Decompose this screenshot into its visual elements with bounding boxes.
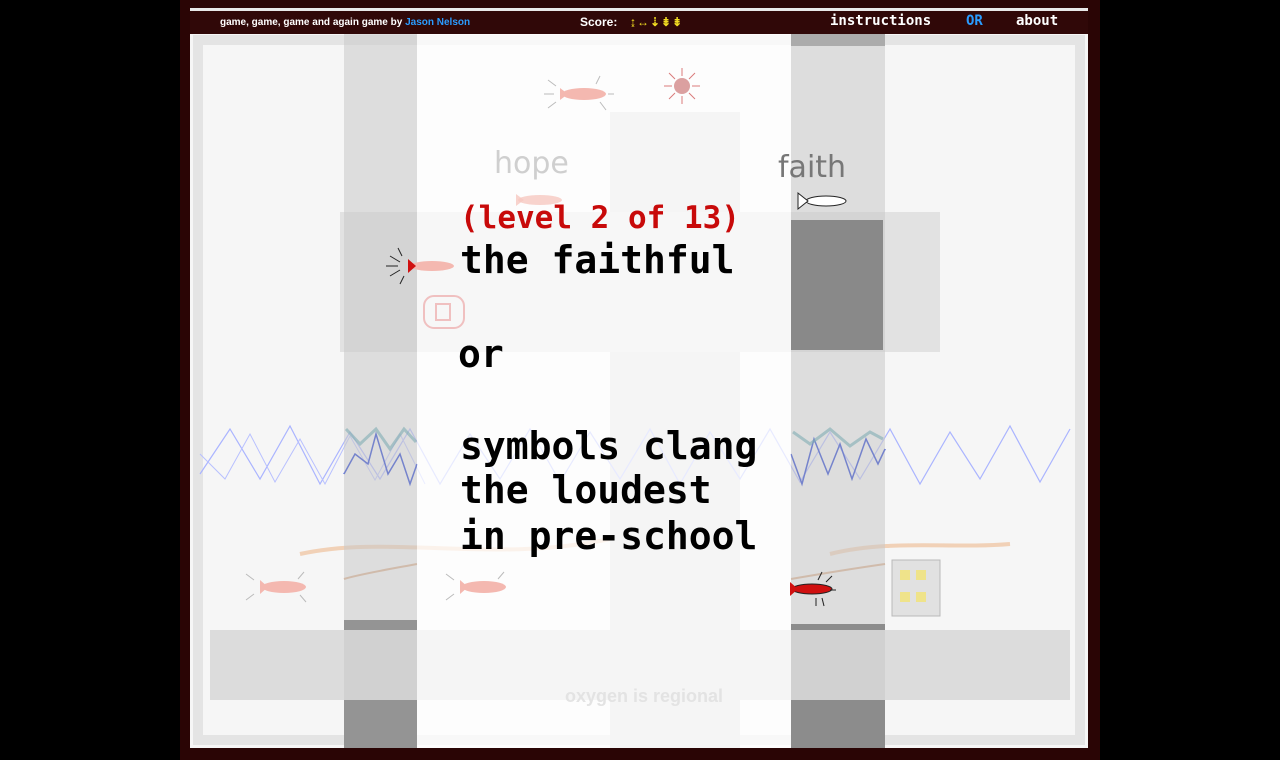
poem-line-1: the faithful bbox=[460, 238, 735, 282]
header-bar: game, game, game and again game by Jason… bbox=[190, 11, 1088, 34]
poem-line-2: or bbox=[458, 332, 504, 376]
by-text: by bbox=[390, 17, 403, 28]
play-field[interactable] bbox=[190, 34, 1088, 748]
or-link[interactable]: OR bbox=[966, 10, 983, 33]
poem-line-3: symbols clang bbox=[460, 424, 758, 468]
instructions-link[interactable]: instructions bbox=[830, 10, 931, 33]
spiky-rocket-icon[interactable] bbox=[766, 566, 846, 612]
poem-line-5: in pre-school bbox=[460, 514, 758, 558]
rocket-icon[interactable] bbox=[540, 70, 620, 118]
rocket-icon[interactable] bbox=[240, 564, 320, 610]
lock-icon bbox=[423, 295, 465, 329]
footer-caption: oxygen is regional bbox=[565, 686, 724, 706]
sun-icon bbox=[664, 68, 700, 104]
author-link[interactable]: Jason Nelson bbox=[405, 17, 470, 28]
game-title: game, game, game and again game by Jason… bbox=[220, 11, 470, 34]
score-label: Score: bbox=[580, 15, 618, 29]
text-panel bbox=[417, 34, 791, 748]
score-value: ↨↔⇣⇟⇟ bbox=[630, 15, 684, 29]
level-indicator: (level 2 of 13) bbox=[460, 200, 740, 236]
rocket-icon[interactable] bbox=[796, 190, 852, 212]
about-link[interactable]: about bbox=[1016, 10, 1058, 33]
right-pillar bbox=[791, 34, 885, 748]
rocket-icon[interactable] bbox=[440, 564, 520, 610]
faith-word: faith bbox=[778, 150, 847, 185]
left-pillar bbox=[344, 34, 417, 748]
building-icon bbox=[891, 559, 941, 617]
hope-word: hope bbox=[494, 146, 569, 181]
title-text: game, game, game and again game bbox=[220, 17, 388, 28]
spiky-rocket-icon[interactable] bbox=[384, 242, 464, 290]
poem-line-4: the loudest bbox=[460, 468, 712, 512]
